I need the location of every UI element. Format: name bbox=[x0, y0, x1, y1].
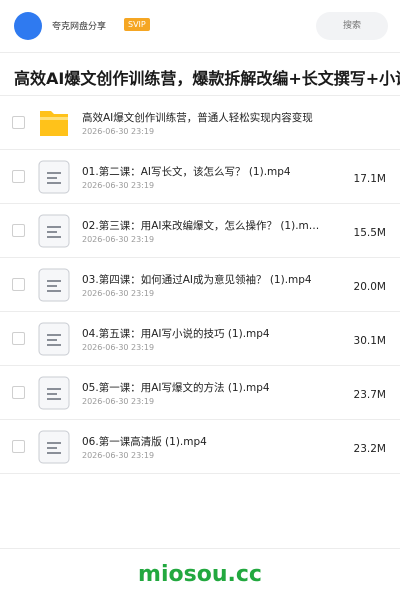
item-date: 2026-06-30 23:19 bbox=[82, 343, 155, 352]
item-date: 2026-06-30 23:19 bbox=[82, 397, 155, 406]
row-checkbox[interactable] bbox=[12, 116, 25, 129]
item-name: 04.第五课：用AI写小说的技巧 (1).mp4 bbox=[82, 328, 270, 340]
item-name: 05.第一课：用AI写爆文的方法 (1).mp4 bbox=[82, 382, 270, 394]
item-size: 23.7M bbox=[353, 389, 386, 401]
row-checkbox[interactable] bbox=[12, 224, 25, 237]
item-size: 20.0M bbox=[353, 281, 386, 293]
row-checkbox[interactable] bbox=[12, 440, 25, 453]
page-title: 高效AI爆文创作训练营，爆款拆解改编+长文撰写+小说创作 bbox=[14, 69, 400, 88]
row-checkbox[interactable] bbox=[12, 278, 25, 291]
list-item[interactable]: 04.第五课：用AI写小说的技巧 (1).mp4 2026-06-30 23:1… bbox=[0, 312, 400, 366]
item-size: 30.1M bbox=[353, 335, 386, 347]
row-checkbox[interactable] bbox=[12, 332, 25, 345]
list-item[interactable]: 02.第三课：用AI来改编爆文，怎么操作？ (1).mp4 2026-06-30… bbox=[0, 204, 400, 258]
watermark: miosou.cc bbox=[138, 562, 262, 587]
item-date: 2026-06-30 23:19 bbox=[82, 289, 155, 298]
item-date: 2026-06-30 23:19 bbox=[82, 127, 155, 136]
file-icon bbox=[38, 268, 70, 302]
item-name: 03.第四课：如何通过AI成为意见领袖？ (1).mp4 bbox=[82, 274, 312, 286]
search-input[interactable] bbox=[316, 12, 388, 40]
item-name: 02.第三课：用AI来改编爆文，怎么操作？ (1).mp4 bbox=[82, 220, 322, 232]
row-checkbox[interactable] bbox=[12, 386, 25, 399]
folder-icon bbox=[40, 111, 68, 136]
list-item[interactable]: 05.第一课：用AI写爆文的方法 (1).mp4 2026-06-30 23:1… bbox=[0, 366, 400, 420]
file-icon bbox=[38, 322, 70, 356]
title-bar: 高效AI爆文创作训练营，爆款拆解改编+长文撰写+小说创作 bbox=[0, 52, 400, 96]
svip-badge: SVIP bbox=[124, 18, 150, 31]
item-name: 06.第一课高清版 (1).mp4 bbox=[82, 436, 207, 448]
avatar[interactable] bbox=[14, 12, 42, 40]
list-item[interactable]: 高效AI爆文创作训练营，普通人轻松实现内容变现 2026-06-30 23:19 bbox=[0, 96, 400, 150]
file-icon bbox=[38, 160, 70, 194]
item-date: 2026-06-30 23:19 bbox=[82, 235, 155, 244]
item-name: 01.第二课：AI写长文，该怎么写？ (1).mp4 bbox=[82, 166, 291, 178]
item-size: 17.1M bbox=[353, 173, 386, 185]
file-icon bbox=[38, 430, 70, 464]
owner-name: 夸克网盘分享 bbox=[52, 22, 107, 32]
file-list: 高效AI爆文创作训练营，普通人轻松实现内容变现 2026-06-30 23:19… bbox=[0, 96, 400, 474]
list-item[interactable]: 01.第二课：AI写长文，该怎么写？ (1).mp4 2026-06-30 23… bbox=[0, 150, 400, 204]
list-item[interactable]: 06.第一课高清版 (1).mp4 2026-06-30 23:19 23.2M bbox=[0, 420, 400, 474]
item-name: 高效AI爆文创作训练营，普通人轻松实现内容变现 bbox=[82, 112, 313, 124]
file-icon bbox=[38, 214, 70, 248]
item-date: 2026-06-30 23:19 bbox=[82, 451, 155, 460]
footer-divider bbox=[0, 548, 400, 549]
item-size: 15.5M bbox=[353, 227, 386, 239]
item-size: 23.2M bbox=[353, 443, 386, 455]
list-item[interactable]: 03.第四课：如何通过AI成为意见领袖？ (1).mp4 2026-06-30 … bbox=[0, 258, 400, 312]
row-checkbox[interactable] bbox=[12, 170, 25, 183]
header: 夸克网盘分享 SVIP bbox=[0, 0, 400, 52]
file-icon bbox=[38, 376, 70, 410]
item-date: 2026-06-30 23:19 bbox=[82, 181, 155, 190]
